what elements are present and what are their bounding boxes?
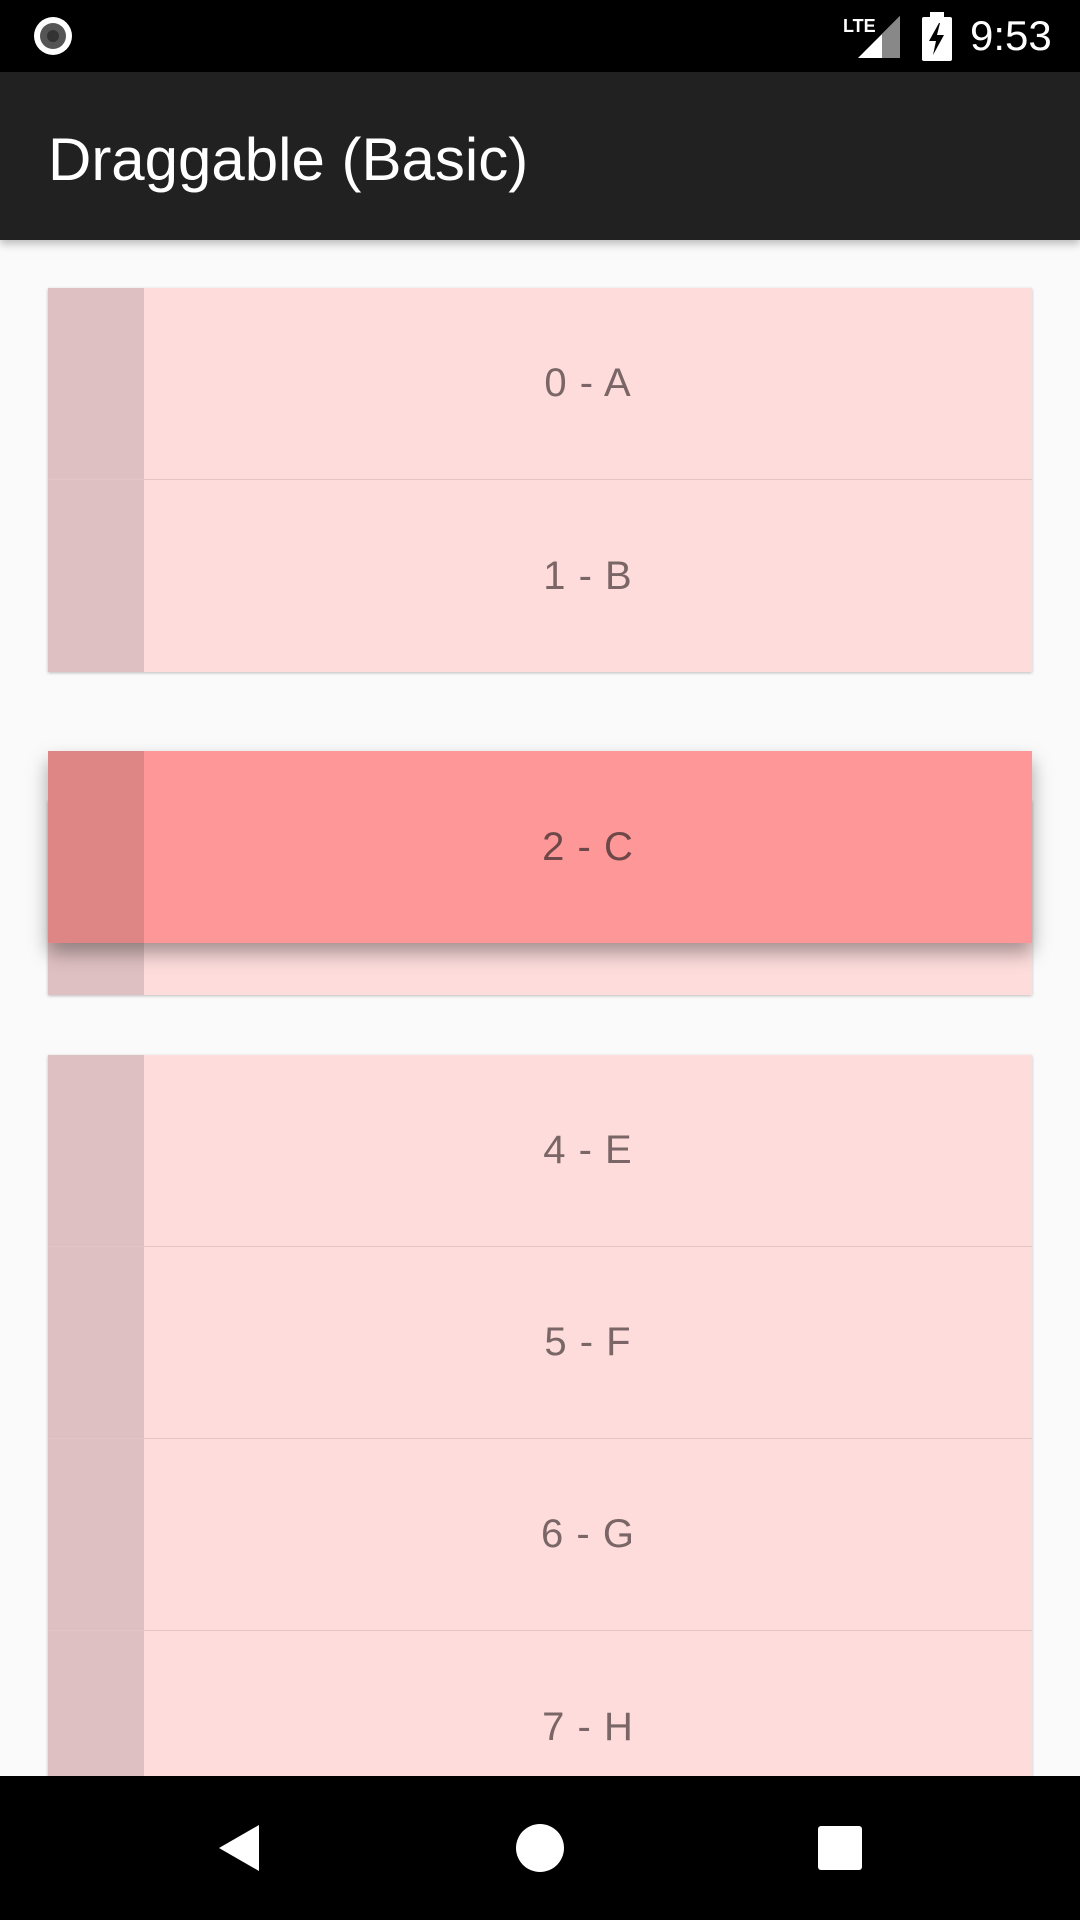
- navigation-bar: [0, 1776, 1080, 1920]
- status-bar: LTE 9:53: [0, 0, 1080, 72]
- list-item[interactable]: 1 - B: [48, 480, 1032, 672]
- list-item-label: 5 - F: [544, 1320, 632, 1364]
- back-triangle-icon: [219, 1825, 259, 1871]
- screen-record-icon: [34, 17, 72, 55]
- list-item[interactable]: 0 - A: [48, 288, 1032, 480]
- list-card: 4 - E 5 - F 6 - G 7 - H: [48, 1055, 1032, 1776]
- back-button[interactable]: [192, 1800, 288, 1896]
- list-item-label: 7 - H: [542, 1704, 634, 1749]
- battery-charging-icon: [922, 12, 952, 61]
- home-button[interactable]: [492, 1800, 588, 1896]
- list-item-label: 6 - G: [541, 1512, 635, 1556]
- draggable-list: 0 - A 1 - B 2 - C 4 - E 5 - F 6 - G 7 - …: [0, 240, 1080, 1776]
- list-item[interactable]: 6 - G: [48, 1439, 1032, 1631]
- drag-handle[interactable]: [48, 288, 144, 479]
- drag-handle[interactable]: [48, 1631, 144, 1776]
- home-circle-icon: [516, 1824, 564, 1872]
- drag-handle[interactable]: [48, 480, 144, 672]
- lte-signal-icon: LTE: [843, 16, 900, 58]
- recents-button[interactable]: [792, 1800, 888, 1896]
- list-item[interactable]: 5 - F: [48, 1247, 1032, 1439]
- list-item[interactable]: 4 - E: [48, 1055, 1032, 1247]
- list-item-label: 4 - E: [543, 1128, 633, 1172]
- drag-handle[interactable]: [48, 751, 144, 943]
- screen: LTE 9:53 Draggable (Basic) 0 - A 1 - B 2…: [0, 0, 1080, 1920]
- app-bar: Draggable (Basic): [0, 72, 1080, 240]
- list-item-label: 1 - B: [543, 553, 633, 598]
- lte-label: LTE: [843, 16, 876, 36]
- drag-handle[interactable]: [48, 1247, 144, 1438]
- list-item[interactable]: 7 - H: [48, 1631, 1032, 1776]
- list-item-label: 0 - A: [544, 361, 632, 405]
- page-title: Draggable (Basic): [48, 126, 529, 193]
- drag-handle[interactable]: [48, 1055, 144, 1246]
- status-time: 9:53: [970, 12, 1052, 59]
- dragging-item[interactable]: 2 - C: [48, 751, 1032, 943]
- drag-handle[interactable]: [48, 1439, 144, 1630]
- list-card: 0 - A 1 - B: [48, 288, 1032, 672]
- dragging-item-label: 2 - C: [542, 824, 634, 869]
- recents-square-icon: [818, 1826, 862, 1870]
